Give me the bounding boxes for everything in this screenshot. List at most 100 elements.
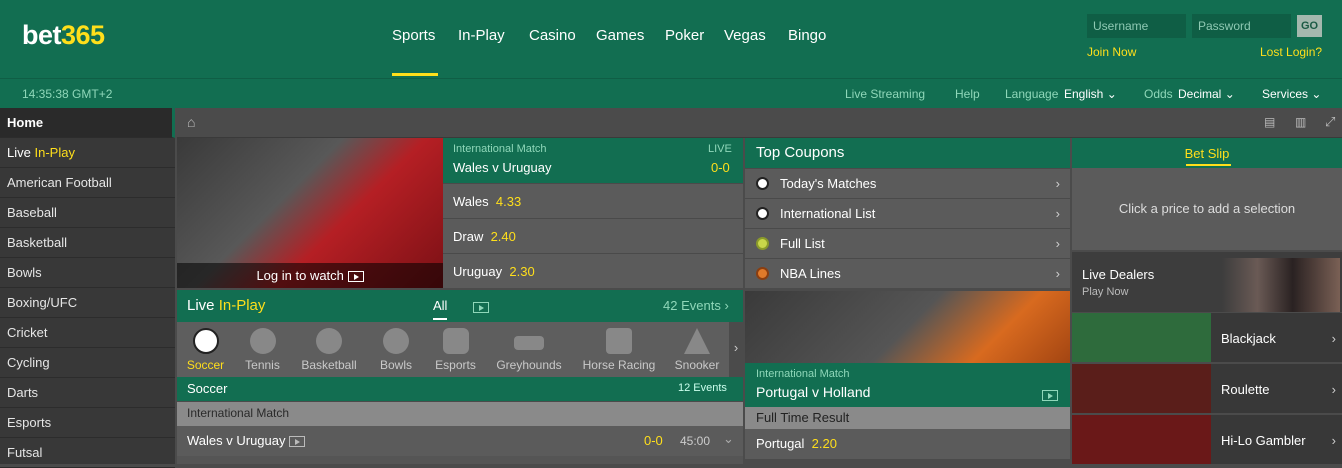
help-link[interactable]: Help (955, 87, 980, 101)
chevron-right-icon: › (1331, 331, 1336, 346)
odds-row-draw[interactable]: Draw 2.40 (443, 218, 743, 253)
bet365-logo[interactable]: bet365 (22, 20, 105, 51)
sidebar-item-live-in-play[interactable]: Live In-Play (0, 138, 175, 168)
odds-row-wales[interactable]: Wales 4.33 (443, 183, 743, 218)
video-filter-icon[interactable] (473, 299, 489, 314)
portugal-competition: International Match (756, 368, 850, 380)
sidebar-item-cricket[interactable]: Cricket (0, 318, 175, 348)
soccer-ball-icon (756, 207, 769, 220)
list-icon[interactable]: ▤ (1264, 115, 1275, 129)
live-in-play-title[interactable]: Live In-Play (187, 297, 265, 314)
casino-blackjack[interactable]: Blackjack › (1211, 313, 1342, 362)
chevron-right-icon: › (1331, 382, 1336, 397)
play-icon (347, 271, 364, 283)
greyhound-icon (514, 336, 544, 350)
tab-all[interactable]: All (433, 298, 448, 320)
nav-in-play[interactable]: In-Play (458, 27, 505, 44)
bet-slip-empty-text: Click a price to add a selection (1118, 201, 1296, 216)
sidebar-item-darts[interactable]: Darts (0, 378, 175, 408)
hi-lo-image (1072, 415, 1211, 464)
chevron-right-icon: › (1055, 236, 1060, 251)
sport-esports[interactable]: Esports (433, 328, 478, 372)
live-dealers-title: Live Dealers (1082, 267, 1155, 282)
home-icon[interactable]: ⌂ (187, 114, 195, 130)
match-clock: 45:00 (680, 434, 711, 448)
tennis-ball-icon (249, 328, 276, 354)
toolbar-strip (177, 108, 1342, 138)
sidebar-item-boxing-ufc[interactable]: Boxing/UFC (0, 288, 175, 318)
services-menu[interactable]: Services ⌄ (1262, 87, 1321, 101)
basketball-icon (756, 267, 769, 280)
chevron-down-icon: ⌄ (1106, 87, 1117, 101)
match-name[interactable]: Wales v Uruguay (187, 433, 306, 448)
sidebar-item-american-football[interactable]: American Football (0, 168, 175, 198)
tennis-ball-icon (756, 237, 769, 250)
coupon-international-list[interactable]: International List › (745, 198, 1070, 228)
blackjack-image (1072, 313, 1211, 362)
sidebar-item-home[interactable]: Home (0, 108, 175, 138)
coupon-todays-matches[interactable]: Today's Matches › (745, 168, 1070, 198)
sport-tennis[interactable]: Tennis (240, 328, 285, 372)
nav-vegas[interactable]: Vegas (724, 27, 766, 44)
odds-row-uruguay[interactable]: Uruguay 2.30 (443, 253, 743, 288)
horse-icon (606, 328, 632, 354)
sub-bar (0, 78, 1342, 108)
bowls-icon (383, 328, 409, 354)
lost-login-link[interactable]: Lost Login? (1260, 45, 1322, 59)
join-now-link[interactable]: Join Now (1087, 45, 1136, 59)
clock: 14:35:38 GMT+2 (22, 87, 113, 101)
nav-sports[interactable]: Sports (392, 27, 435, 44)
chevron-down-icon[interactable]: ⌄ (723, 431, 734, 447)
odds-select[interactable]: Decimal ⌄ (1178, 87, 1235, 101)
live-streaming-link[interactable]: Live Streaming (845, 87, 925, 101)
nav-poker[interactable]: Poker (665, 27, 704, 44)
play-icon (289, 436, 306, 448)
row-divider (177, 456, 743, 464)
sport-bowls[interactable]: Bowls (375, 328, 417, 372)
username-input[interactable]: Username (1087, 14, 1186, 38)
stats-icon[interactable]: ▥ (1295, 115, 1306, 129)
events-count-link[interactable]: 42 Events › (663, 298, 729, 313)
featured-player-image-2 (745, 291, 1070, 363)
match-score: 0-0 (644, 433, 663, 448)
nav-active-indicator (392, 73, 438, 76)
sidebar-item-baseball[interactable]: Baseball (0, 198, 175, 228)
play-icon[interactable] (1042, 387, 1058, 402)
soccer-ball-icon (192, 328, 219, 354)
soccer-section-header[interactable] (177, 377, 743, 401)
sports-scroll-right[interactable]: › (729, 322, 743, 377)
bet-slip-underline (1186, 164, 1231, 166)
expand-icon[interactable]: ⤢ (1325, 114, 1335, 130)
featured-match-name: Wales v Uruguay (453, 160, 552, 175)
chevron-right-icon: › (1055, 176, 1060, 191)
language-label: Language (1005, 87, 1059, 101)
sidebar-item-esports[interactable]: Esports (0, 408, 175, 438)
sport-basketball[interactable]: Basketball (299, 328, 359, 372)
language-select[interactable]: English ⌄ (1064, 87, 1117, 101)
casino-hi-lo-gambler[interactable]: Hi-Lo Gambler › (1211, 415, 1342, 464)
market-title: Full Time Result (745, 407, 1070, 429)
dealers-image (1222, 258, 1340, 312)
password-input[interactable]: Password (1192, 14, 1291, 38)
section-title: Soccer (187, 381, 228, 396)
odds-row-portugal[interactable]: Portugal 2.20 (745, 429, 1070, 459)
sidebar-item-basketball[interactable]: Basketball (0, 228, 175, 258)
snooker-icon (684, 328, 710, 354)
log-in-to-watch-button[interactable]: Log in to watch (177, 263, 443, 288)
sport-horse-racing[interactable]: Horse Racing (580, 328, 658, 372)
sport-greyhounds[interactable]: Greyhounds (494, 328, 564, 372)
sport-snooker[interactable]: Snooker (673, 328, 721, 372)
coupon-nba-lines[interactable]: NBA Lines › (745, 258, 1070, 288)
chevron-right-icon: › (1055, 266, 1060, 281)
sport-soccer[interactable]: Soccer (183, 328, 228, 372)
nav-casino[interactable]: Casino (529, 27, 576, 44)
nav-games[interactable]: Games (596, 27, 644, 44)
casino-roulette[interactable]: Roulette › (1211, 364, 1342, 413)
nav-bingo[interactable]: Bingo (788, 27, 826, 44)
go-button[interactable]: GO (1297, 15, 1322, 37)
roulette-image (1072, 364, 1211, 413)
sidebar-item-bowls[interactable]: Bowls (0, 258, 175, 288)
coupon-full-list[interactable]: Full List › (745, 228, 1070, 258)
competition-name: International Match (187, 406, 290, 420)
sidebar-item-cycling[interactable]: Cycling (0, 348, 175, 378)
